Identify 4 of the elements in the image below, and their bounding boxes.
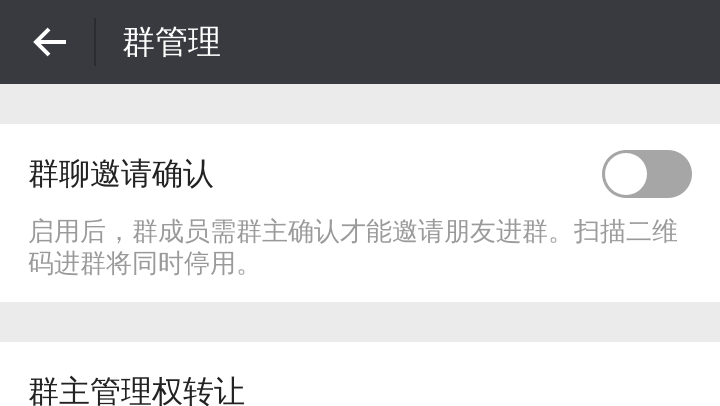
setting-description: 启用后，群成员需群主确认才能邀请朋友进群。扫描二维码进群将同时停用。 — [28, 216, 679, 281]
page-title: 群管理 — [122, 20, 221, 62]
setting-label: 群聊邀请确认 — [28, 155, 214, 194]
toggle-switch[interactable] — [602, 150, 692, 198]
